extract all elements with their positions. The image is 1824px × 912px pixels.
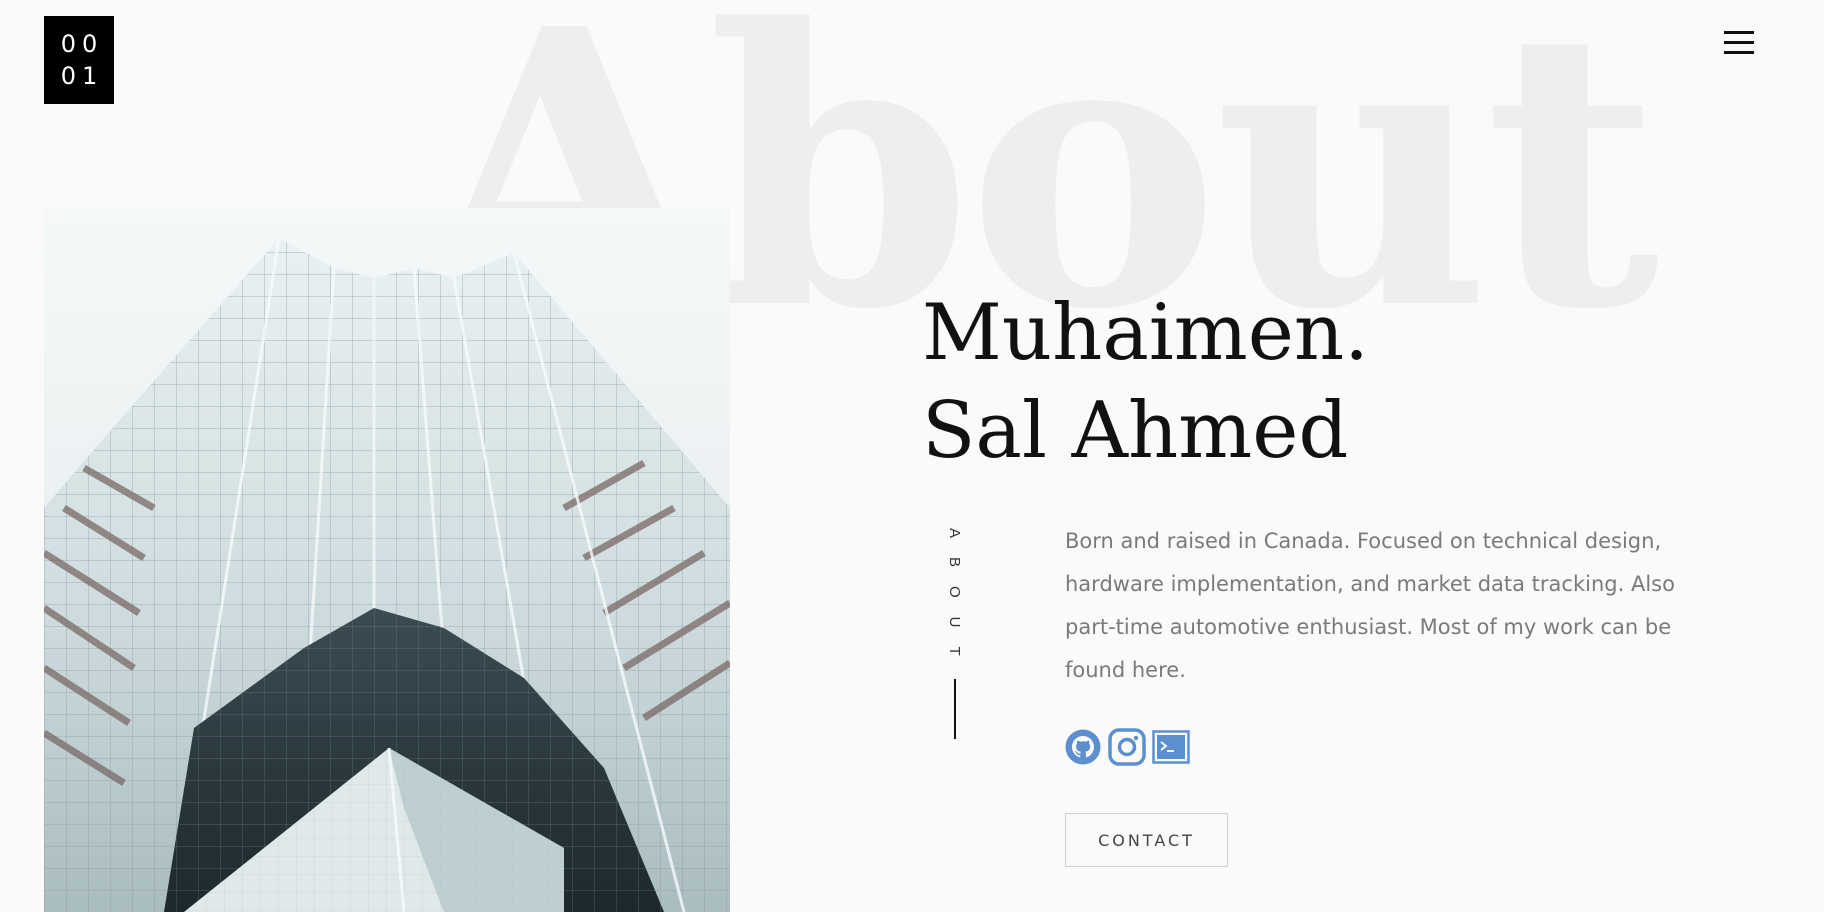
contact-button[interactable]: CONTACT — [1065, 813, 1228, 867]
logo-line-2: 01 — [60, 62, 104, 90]
social-links — [1064, 728, 1190, 766]
github-icon[interactable] — [1064, 728, 1102, 766]
about-page: About 00 01 Muhaimen. Sal Ahmed ABOUT Bo… — [0, 0, 1824, 912]
logo-line-1: 00 — [60, 30, 104, 58]
section-label-divider — [953, 678, 956, 739]
section-label-text: ABOUT — [946, 528, 963, 675]
hamburger-menu-icon[interactable] — [1722, 28, 1756, 58]
site-logo[interactable]: 00 01 — [44, 16, 114, 104]
instagram-icon[interactable] — [1108, 728, 1146, 766]
skyscraper-photo — [44, 208, 730, 912]
hero-name: Muhaimen. Sal Ahmed — [922, 284, 1369, 480]
name-line-2: Sal Ahmed — [922, 386, 1349, 476]
bio-text: Born and raised in Canada. Focused on te… — [1065, 529, 1675, 682]
section-label-vertical: ABOUT — [946, 528, 963, 739]
name-line-1: Muhaimen. — [922, 288, 1369, 378]
terminal-icon[interactable] — [1152, 728, 1190, 766]
